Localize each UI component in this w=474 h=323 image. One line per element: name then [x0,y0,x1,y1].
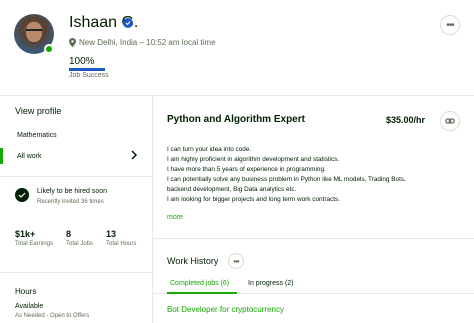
description-line: I am highly proficient in algorithm deve… [167,156,340,163]
verified-badge-icon [123,18,133,28]
stat-total-hours: 13 Total Hours [106,229,136,247]
description-line: I have more than 5 years of experience i… [167,166,326,173]
stat-total-earnings: $1k+ Total Earnings [15,229,53,247]
sidebar-divider [0,272,152,273]
description-line: I can turn your idea into code. [167,146,252,153]
hours-heading: Hours [15,287,37,296]
more-options-icon[interactable]: ••• [440,15,460,35]
more-link[interactable]: more [167,214,183,221]
hire-badge-icon [15,188,29,202]
description-line: I am looking for bigger projects and lon… [167,196,340,203]
avatar-glasses [26,29,42,33]
avatar [14,14,54,54]
availability-status: Available [15,303,44,310]
sidebar-divider [0,176,152,177]
work-history-title: Work History [167,256,219,266]
description-line: I can potentially solve any business pro… [167,176,406,183]
tab-completed-jobs[interactable]: Completed jobs (6) [170,280,229,287]
stat-label: Total Earnings [15,241,54,247]
active-category-indicator [0,148,3,164]
job-success-fill [69,68,105,71]
location: New Delhi, India – 10:52 am local time [69,38,216,47]
column-divider [152,95,153,323]
hire-status-title: Likely to be hired soon [37,188,108,195]
header-divider [0,95,474,96]
availability-detail: As Needed - Open to Offers [15,313,90,319]
profile-title: Python and Algorithm Expert [167,114,305,125]
stat-label: Total Jobs [66,241,94,247]
main-divider [153,238,474,239]
stat-value: 8 [66,229,72,239]
profile-description: I can turn your idea into code. I am hig… [167,145,462,205]
tab-in-progress[interactable]: In progress (2) [248,280,294,287]
hourly-rate: $35.00/hr [386,115,426,125]
stat-value: $1k+ [15,229,36,239]
view-profile-heading: View profile [15,106,62,116]
location-pin-icon [69,38,76,47]
category-mathematics[interactable]: Mathematics [17,132,57,139]
job-title-link[interactable]: Bot Developer for cryptocurrency [167,305,284,314]
active-tab-underline [167,292,237,294]
chevron-right-icon[interactable] [130,150,138,160]
job-success-label: Job Success [69,72,109,79]
stat-value: 13 [106,229,117,239]
link-icon[interactable] [440,111,460,131]
description-line: backend development, Big Data analytics … [167,186,297,193]
job-success-bar [69,68,105,71]
work-history-more-icon[interactable]: ••• [228,253,244,269]
location-text: New Delhi, India – 10:52 am local time [79,38,216,47]
hire-status-subtitle: Recently invited 36 times [37,199,104,205]
stat-total-jobs: 8 Total Jobs [66,229,93,247]
online-status-icon [44,44,54,54]
category-all-work[interactable]: All work [17,153,42,160]
stat-label: Total Hours [106,241,137,247]
job-success-percent: 100% [69,56,95,67]
